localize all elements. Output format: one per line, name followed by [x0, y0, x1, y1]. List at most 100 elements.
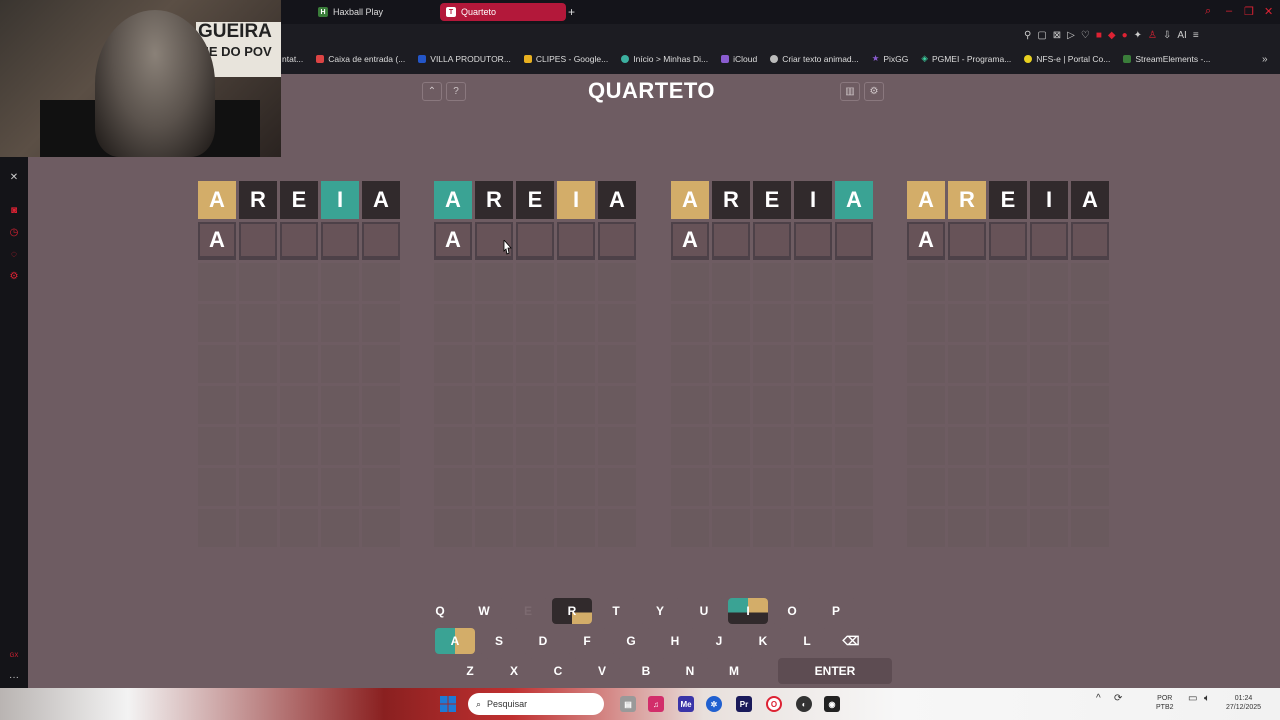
media-encoder-icon[interactable]: Me — [678, 696, 694, 712]
letter-tile[interactable] — [753, 222, 791, 260]
bookmark-item[interactable]: iCloud — [721, 53, 757, 64]
puzzle-icon[interactable]: ✦ — [1134, 30, 1142, 41]
key-l[interactable]: L — [787, 628, 827, 654]
extension-icon[interactable]: ◙ — [8, 205, 20, 217]
key-p[interactable]: P — [816, 598, 856, 624]
key-w[interactable]: W — [464, 598, 504, 624]
key-n[interactable]: N — [670, 658, 710, 684]
app-icon[interactable]: ✲ — [706, 696, 722, 712]
bookmark-item[interactable]: ◈ PGMEI - Programa... — [921, 53, 1011, 64]
letter-tile[interactable]: A — [198, 222, 236, 260]
key-z[interactable]: Z — [450, 658, 490, 684]
language-indicator[interactable]: POR PTB2 — [1156, 694, 1174, 712]
key-t[interactable]: T — [596, 598, 636, 624]
key-y[interactable]: Y — [640, 598, 680, 624]
key-u[interactable]: U — [684, 598, 724, 624]
extension-red-icon[interactable]: ◆ — [1108, 30, 1116, 41]
key-q[interactable]: Q — [420, 598, 460, 624]
settings-icon[interactable]: ⚙ — [8, 271, 20, 283]
history-icon[interactable]: ◷ — [8, 227, 20, 239]
opera-gx-icon[interactable]: O — [766, 696, 782, 712]
adblock-icon[interactable]: ■ — [1096, 30, 1102, 41]
heart-icon[interactable]: ♡ — [1081, 30, 1090, 41]
menu-icon[interactable]: ≡ — [1193, 30, 1199, 41]
letter-tile[interactable] — [1071, 222, 1109, 260]
close-icon[interactable]: ✕ — [1264, 5, 1273, 18]
key-j[interactable]: J — [699, 628, 739, 654]
extension-pink-icon[interactable]: ● — [1122, 30, 1128, 41]
settings-gear-icon[interactable]: ⚙ — [864, 82, 884, 101]
enter-key[interactable]: ENTER — [778, 658, 892, 684]
file-explorer-icon[interactable]: ▤ — [620, 696, 636, 712]
tray-app-icon[interactable]: ⟳ — [1114, 694, 1122, 704]
minimize-icon[interactable]: – — [1226, 5, 1232, 17]
key-f[interactable]: F — [567, 628, 607, 654]
more-options-icon[interactable]: ··· — [8, 672, 20, 684]
letter-tile[interactable] — [557, 222, 595, 260]
key-v[interactable]: V — [582, 658, 622, 684]
profile-icon[interactable]: ♙ — [1148, 30, 1157, 41]
bookmark-item[interactable]: Criar texto animad... — [770, 53, 859, 64]
key-a[interactable]: A — [435, 628, 475, 654]
bookmark-item[interactable]: ntat... — [282, 53, 303, 64]
chevron-up-icon[interactable]: ⌃ — [422, 82, 442, 101]
key-s[interactable]: S — [479, 628, 519, 654]
key-k[interactable]: K — [743, 628, 783, 654]
windows-start-icon[interactable] — [440, 696, 456, 712]
key-m[interactable]: M — [714, 658, 754, 684]
play-icon[interactable]: ▷ — [1067, 30, 1075, 41]
key-d[interactable]: D — [523, 628, 563, 654]
bookmark-item[interactable]: VILLA PRODUTOR... — [418, 53, 511, 64]
letter-tile[interactable] — [321, 222, 359, 260]
letter-tile[interactable] — [794, 222, 832, 260]
maximize-icon[interactable]: ❐ — [1244, 5, 1254, 18]
monitor-icon[interactable]: ▭ — [1188, 694, 1197, 704]
letter-tile[interactable] — [989, 222, 1027, 260]
new-tab-button[interactable]: + — [568, 5, 575, 19]
key-e[interactable]: E — [508, 598, 548, 624]
stats-icon[interactable]: ▥ — [840, 82, 860, 101]
ai-icon[interactable]: AI — [1177, 30, 1186, 41]
key-o[interactable]: O — [772, 598, 812, 624]
bookmark-item[interactable]: ★ PixGG — [872, 53, 909, 64]
x-twitter-icon[interactable]: ✕ — [8, 172, 20, 184]
tray-chevron-icon[interactable]: ^ — [1096, 694, 1101, 704]
key-c[interactable]: C — [538, 658, 578, 684]
help-button[interactable]: ? — [446, 82, 466, 101]
letter-tile[interactable] — [280, 222, 318, 260]
snapshot-icon[interactable]: ▢ — [1037, 30, 1046, 41]
bookmark-item[interactable]: Início > Minhas Di... — [621, 53, 708, 64]
music-app-icon[interactable]: ♫ — [648, 696, 664, 712]
letter-tile[interactable] — [598, 222, 636, 260]
premiere-icon[interactable]: Pr — [736, 696, 752, 712]
key-h[interactable]: H — [655, 628, 695, 654]
letter-tile[interactable]: A — [907, 222, 945, 260]
volume-icon[interactable]: 🔈︎ — [1204, 694, 1210, 704]
obs-icon[interactable]: ◉ — [824, 696, 840, 712]
bookmarks-more-icon[interactable]: » — [1262, 54, 1268, 65]
key-i[interactable]: I — [728, 598, 768, 624]
download-icon[interactable]: ⇩ — [1163, 30, 1171, 41]
search-icon[interactable]: ⌕ — [1205, 5, 1211, 18]
clock[interactable]: 01:24 27/12/2025 — [1226, 694, 1261, 712]
shield-icon[interactable]: ⊠ — [1053, 30, 1061, 41]
tab-haxball[interactable]: H Haxball Play — [312, 3, 440, 21]
letter-tile[interactable] — [712, 222, 750, 260]
letter-tile[interactable] — [835, 222, 873, 260]
key-b[interactable]: B — [626, 658, 666, 684]
key-r[interactable]: R — [552, 598, 592, 624]
letter-tile[interactable] — [516, 222, 554, 260]
letter-tile[interactable]: A — [671, 222, 709, 260]
backspace-key[interactable]: ⌫ — [831, 628, 871, 654]
key-g[interactable]: G — [611, 628, 651, 654]
app-icon[interactable]: ◐ — [796, 696, 812, 712]
bookmark-item[interactable]: NFS-e | Portal Co... — [1024, 53, 1110, 64]
letter-tile[interactable] — [948, 222, 986, 260]
bookmark-item[interactable]: Caixa de entrada (... — [316, 53, 405, 64]
taskbar-search[interactable]: ⌕ Pesquisar — [468, 693, 604, 715]
letter-tile[interactable] — [1030, 222, 1068, 260]
chat-icon[interactable]: ◌ — [8, 249, 20, 261]
bookmark-item[interactable]: CLIPES - Google... — [523, 53, 608, 64]
letter-tile[interactable]: A — [434, 222, 472, 260]
gx-icon[interactable]: GX — [8, 650, 20, 662]
